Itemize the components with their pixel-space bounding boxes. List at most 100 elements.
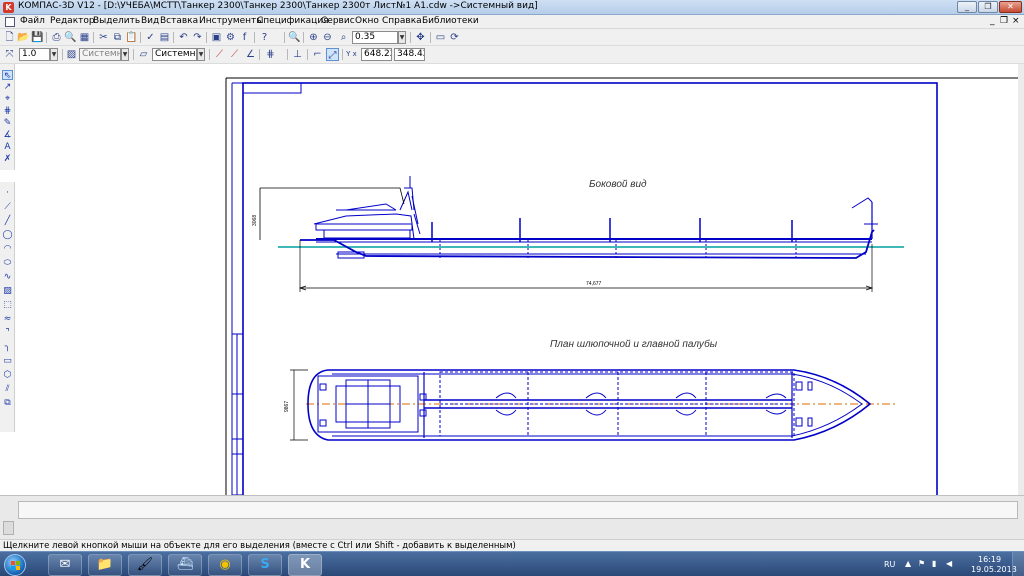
ship-app-icon[interactable]: ⛴ [168,554,202,576]
step-cursor-icon[interactable]: ⤧ [3,48,16,61]
round-mode-icon[interactable]: ⤢ [326,48,339,61]
menu-help[interactable]: Справка [382,16,422,26]
copy-icon[interactable]: ⧉ [111,31,124,44]
symbols-tool-icon[interactable]: ⋕ [2,106,13,116]
menu-view[interactable]: Вид [141,16,159,26]
spline-tool-icon[interactable]: ∿ [2,272,13,282]
bezier-tool-icon[interactable]: ≈ [2,314,13,324]
layer-state-icon[interactable]: ▨ [65,48,78,61]
line-scale-field[interactable]: 1.0 [19,48,50,61]
arc-tool-icon[interactable]: ◠ [2,244,13,254]
zoom-dropdown-button[interactable]: ▼ [398,31,406,44]
zoom-in-icon[interactable]: ⊕ [307,31,320,44]
cursor-x-field[interactable]: 648.22 [361,48,392,61]
clock-time[interactable]: 16:19 [978,555,1001,564]
language-indicator[interactable]: RU [884,560,895,569]
edit-tool-icon[interactable]: ✎ [2,118,13,128]
selection-tool-icon[interactable]: ✗ [2,154,13,164]
cut-icon[interactable]: ✂ [97,31,110,44]
local-cs-icon[interactable]: ⊥ [291,48,304,61]
drawing-canvas[interactable]: 74,677 3068 Боковой вид 9867 План шлюпоч… [16,64,1018,495]
collect-contour-tool-icon[interactable]: ⧉ [2,398,13,408]
aux-line-tool-icon[interactable]: ⟋ [2,202,13,212]
network-icon[interactable]: ▮ [932,559,936,568]
doc-minimize-button[interactable]: _ [990,16,995,26]
parametrize-tool-icon[interactable]: ∡ [2,130,13,140]
menu-file[interactable]: Файл [20,16,45,26]
equidistant-tool-icon[interactable]: ⫽ [2,384,13,394]
document-icon[interactable] [5,17,15,27]
ellipse-tool-icon[interactable]: ⬭ [2,258,13,268]
zoom-out-icon[interactable]: ⊖ [321,31,334,44]
properties-panel-body[interactable] [18,501,1018,519]
chrome-app-icon[interactable]: ◉ [208,554,242,576]
kompas-app-icon[interactable]: K [3,2,14,13]
zoom-window-icon[interactable]: 🔍 [288,31,301,44]
select-tool-icon[interactable]: ⇖ [2,70,13,81]
layer-style-dropdown[interactable]: ▼ [121,48,129,61]
open-file-icon[interactable]: 📂 [17,31,30,44]
explorer-app-icon[interactable]: 📁 [88,554,122,576]
snap-icon[interactable]: ⟋ [213,48,226,61]
menu-tools[interactable]: Инструменты [199,16,263,26]
segment-tool-icon[interactable]: ╱ [2,216,13,226]
library-manager-icon[interactable]: ⚙ [224,31,237,44]
menu-edit[interactable]: Редактор [50,16,95,26]
ortho-mode-icon[interactable]: ⌐ [311,48,324,61]
minimize-button[interactable]: _ [957,1,977,13]
circle-tool-icon[interactable]: ◯ [2,230,13,240]
snap-settings-icon[interactable]: ⟋ [228,48,241,61]
menu-select[interactable]: Выделить [93,16,140,26]
show-all-icon[interactable]: ⟳ [448,31,461,44]
format-brush-icon[interactable]: ✓ [144,31,157,44]
contour-tool-icon[interactable]: ⬚ [2,300,13,310]
manager-icon[interactable]: ▦ [78,31,91,44]
menu-insert[interactable]: Вставка [160,16,198,26]
show-desktop-button[interactable] [1012,552,1024,576]
restore-button[interactable]: ❐ [978,1,998,13]
tree-icon[interactable]: ▣ [210,31,223,44]
properties-icon[interactable]: ▤ [158,31,171,44]
start-button[interactable] [4,554,26,576]
geometry-tool-icon[interactable]: ↗ [2,82,13,92]
pan-icon[interactable]: ✥ [414,31,427,44]
chamfer-tool-icon[interactable]: ⌝ [2,328,13,338]
help-pointer-icon[interactable]: ? [258,31,271,44]
redo-icon[interactable]: ↷ [191,31,204,44]
layer-style-field[interactable]: Системны [79,48,121,61]
rectangle-tool-icon[interactable]: ▭ [2,356,13,366]
variables-icon[interactable]: f [238,31,251,44]
menu-libraries[interactable]: Библиотеки [422,16,479,26]
doc-restore-button[interactable]: ❐ [1000,16,1008,26]
cursor-y-field[interactable]: 348.42 [394,48,425,61]
view-style-field[interactable]: Системный [152,48,197,61]
preview-icon[interactable]: 🔍 [64,31,77,44]
tray-flag-icon[interactable]: ⚑ [918,559,925,568]
view-state-icon[interactable]: ▱ [137,48,150,61]
menu-specification[interactable]: Спецификация [257,16,329,26]
skype-app-icon[interactable]: S [248,554,282,576]
properties-tab[interactable] [3,521,14,535]
paint-app-icon[interactable]: 🖌 [128,554,162,576]
measure-tool-icon[interactable]: A [2,142,13,152]
clock-date[interactable]: 19.05.2013 [971,565,1017,574]
polygon-tool-icon[interactable]: ⬡ [2,370,13,380]
zoom-field[interactable]: 0.35 [352,31,398,44]
doc-close-button[interactable]: × [1012,16,1020,26]
zoom-scale-icon[interactable]: ⌕ [337,31,350,44]
menu-window[interactable]: Окно [355,16,379,26]
refresh-icon[interactable]: ▭ [434,31,447,44]
volume-icon[interactable]: ◀ [946,559,952,568]
save-icon[interactable]: 💾 [31,31,44,44]
paste-icon[interactable]: 📋 [125,31,138,44]
view-style-dropdown[interactable]: ▼ [197,48,205,61]
plan-view[interactable]: 9867 План шлюпочной и главной палубы [284,338,898,441]
mail-app-icon[interactable]: ✉ [48,554,82,576]
orthogonal-icon[interactable]: ∠ [244,48,257,61]
print-icon[interactable]: ⎙ [50,31,63,44]
grid-icon[interactable]: ⋕ [264,48,277,61]
vertical-scrollbar[interactable] [1018,64,1024,495]
new-file-icon[interactable]: 🗋 [3,31,16,44]
dimensions-tool-icon[interactable]: ⌖ [2,94,13,104]
menu-service[interactable]: Сервис [321,16,355,26]
